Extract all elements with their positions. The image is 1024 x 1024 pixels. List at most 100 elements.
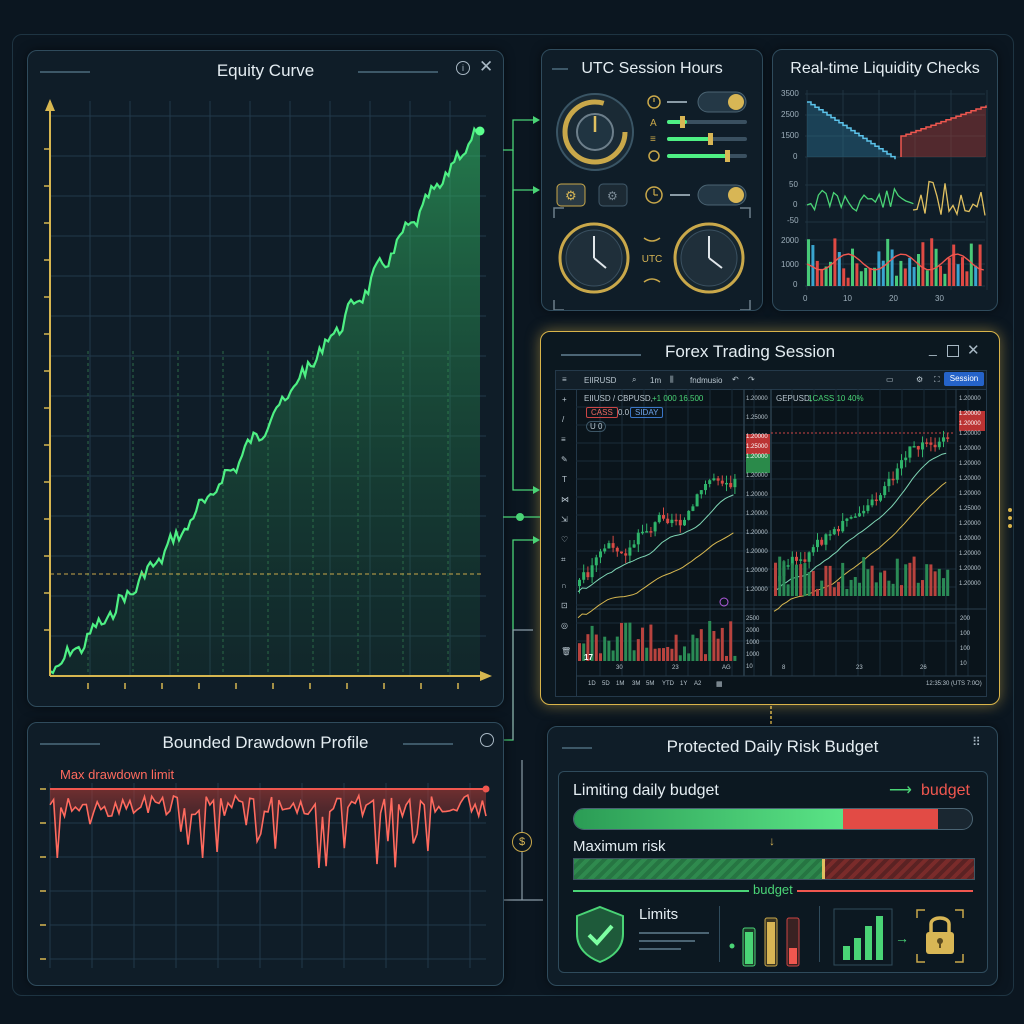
utc-controls: A ≡ ⚙ ⚙ bbox=[553, 91, 751, 310]
liquidity-bar bbox=[807, 239, 810, 286]
left-volume-bar bbox=[578, 643, 581, 661]
equity-area-fill bbox=[50, 128, 480, 677]
right-vol-tick: 10 bbox=[960, 661, 967, 667]
right-candle bbox=[862, 510, 866, 514]
liquidity-bar bbox=[939, 265, 942, 286]
close-icon[interactable]: ✕ bbox=[967, 341, 980, 359]
right-chart-header: GEPUSD, bbox=[776, 394, 813, 403]
liq-mid-tick-1: 0 bbox=[793, 200, 798, 209]
left-vol-tick: 2000 bbox=[746, 628, 760, 634]
buy-badge[interactable]: SIDAY bbox=[630, 407, 664, 418]
panel-menu-icon[interactable]: ⠿ bbox=[972, 735, 981, 749]
liquidity-bar bbox=[903, 268, 907, 286]
maximize-icon[interactable] bbox=[947, 345, 959, 357]
limiting-budget-fill bbox=[574, 809, 843, 829]
liquidity-bar bbox=[881, 260, 885, 286]
left-volume-bar bbox=[716, 638, 720, 661]
right-volume-bar bbox=[837, 581, 840, 596]
left-candle bbox=[632, 544, 636, 548]
left-volume-bar bbox=[729, 621, 733, 661]
left-price-tick: 1.20000 bbox=[746, 530, 768, 536]
liq-x-tick-1: 10 bbox=[843, 294, 852, 303]
right-price-tick: 1.20000 bbox=[959, 461, 981, 467]
left-candle bbox=[586, 572, 590, 578]
session-dial[interactable] bbox=[556, 93, 634, 171]
left-volume-bar bbox=[712, 631, 716, 661]
range-1y[interactable]: 1Y bbox=[680, 681, 687, 687]
right-volume-bar bbox=[879, 572, 882, 596]
right-volume-bar bbox=[929, 564, 933, 596]
left-candle bbox=[716, 478, 720, 481]
right-vol-axis: 200 100 100 10 bbox=[960, 616, 984, 676]
right-candle bbox=[845, 518, 849, 521]
range-1m[interactable]: 1M bbox=[616, 681, 624, 687]
right-x-tick: 23 bbox=[856, 665, 863, 671]
liquidity-bar bbox=[921, 242, 925, 286]
left-volume-bar bbox=[599, 653, 602, 661]
right-volume-bar bbox=[795, 564, 798, 596]
right-price-tick: 1.20000 bbox=[959, 431, 981, 437]
equity-curve-panel: Equity Curve i ✕ bbox=[27, 50, 504, 707]
range-ytd[interactable]: YTD bbox=[662, 681, 674, 687]
range-5d[interactable]: 5D bbox=[602, 681, 610, 687]
left-candle bbox=[615, 547, 619, 552]
left-candle bbox=[704, 483, 707, 491]
left-candle bbox=[611, 543, 615, 548]
right-volume-bar bbox=[790, 563, 794, 596]
left-volume-bar bbox=[687, 653, 691, 661]
liq-x-tick-2: 20 bbox=[889, 294, 898, 303]
left-candle bbox=[674, 519, 678, 522]
left-candle bbox=[683, 519, 686, 526]
limits-lines bbox=[639, 932, 709, 950]
left-candle bbox=[645, 531, 649, 533]
liquidity-bar bbox=[969, 243, 973, 286]
sell-badge[interactable]: CASS bbox=[586, 407, 618, 418]
range-1d[interactable]: 1D bbox=[588, 681, 596, 687]
limiting-budget-label: Limiting daily budget bbox=[573, 782, 719, 799]
lot-badge[interactable]: U 0 bbox=[586, 421, 607, 432]
utc-center-label: UTC bbox=[641, 254, 663, 265]
left-volume-bar bbox=[683, 646, 686, 661]
right-candle bbox=[891, 478, 895, 481]
left-candle bbox=[725, 482, 728, 485]
minimize-icon[interactable]: _ bbox=[929, 340, 937, 356]
left-volume-bar bbox=[645, 647, 649, 661]
right-volume-bar bbox=[883, 570, 887, 596]
liq-top-tick-2: 1500 bbox=[781, 131, 799, 140]
liquidity-bar bbox=[811, 245, 815, 286]
right-candle bbox=[807, 552, 811, 562]
right-candle bbox=[816, 539, 819, 548]
right-candle bbox=[853, 516, 857, 518]
right-price-tick: 1.20000 bbox=[959, 411, 985, 421]
right-volume-bar bbox=[828, 565, 832, 596]
left-volume-bar bbox=[649, 624, 653, 661]
tradingview-logo: 17 bbox=[584, 653, 593, 662]
svg-text:≡: ≡ bbox=[650, 134, 656, 145]
left-vol-tick: 1000 bbox=[746, 640, 760, 646]
range-5m[interactable]: 5M bbox=[646, 681, 654, 687]
left-volume-bar bbox=[653, 648, 657, 661]
right-candle bbox=[858, 513, 861, 517]
liquidity-bar bbox=[815, 260, 819, 286]
svg-text:⚙: ⚙ bbox=[565, 188, 577, 203]
svg-text:A: A bbox=[650, 118, 657, 129]
risk-budget-panel: Protected Daily Risk Budget ⠿ Limiting d… bbox=[547, 726, 998, 986]
left-volume-bar bbox=[636, 639, 640, 661]
arrow-down-icon: ↓ bbox=[769, 834, 775, 848]
left-volume-bar bbox=[725, 655, 728, 661]
max-drawdown-label: Max drawdown limit bbox=[60, 767, 175, 782]
left-volume-bar bbox=[733, 655, 737, 661]
liquidity-bar bbox=[820, 268, 824, 286]
range-3m[interactable]: 3M bbox=[632, 681, 640, 687]
calendar-icon[interactable]: ▦ bbox=[716, 680, 723, 688]
right-vol-tick: 200 bbox=[960, 616, 971, 622]
left-x-tick: 30 bbox=[616, 665, 623, 671]
left-volume-bar bbox=[657, 648, 661, 661]
left-vol-tick: 2500 bbox=[746, 616, 760, 622]
range-a2[interactable]: A2 bbox=[694, 681, 701, 687]
left-volume-bar bbox=[620, 622, 623, 661]
left-volume-bar bbox=[674, 634, 678, 661]
right-price-tick: 1.20000 bbox=[959, 581, 981, 587]
right-price-tick: 1.20000 bbox=[959, 491, 981, 497]
right-volume-bar bbox=[895, 558, 899, 596]
